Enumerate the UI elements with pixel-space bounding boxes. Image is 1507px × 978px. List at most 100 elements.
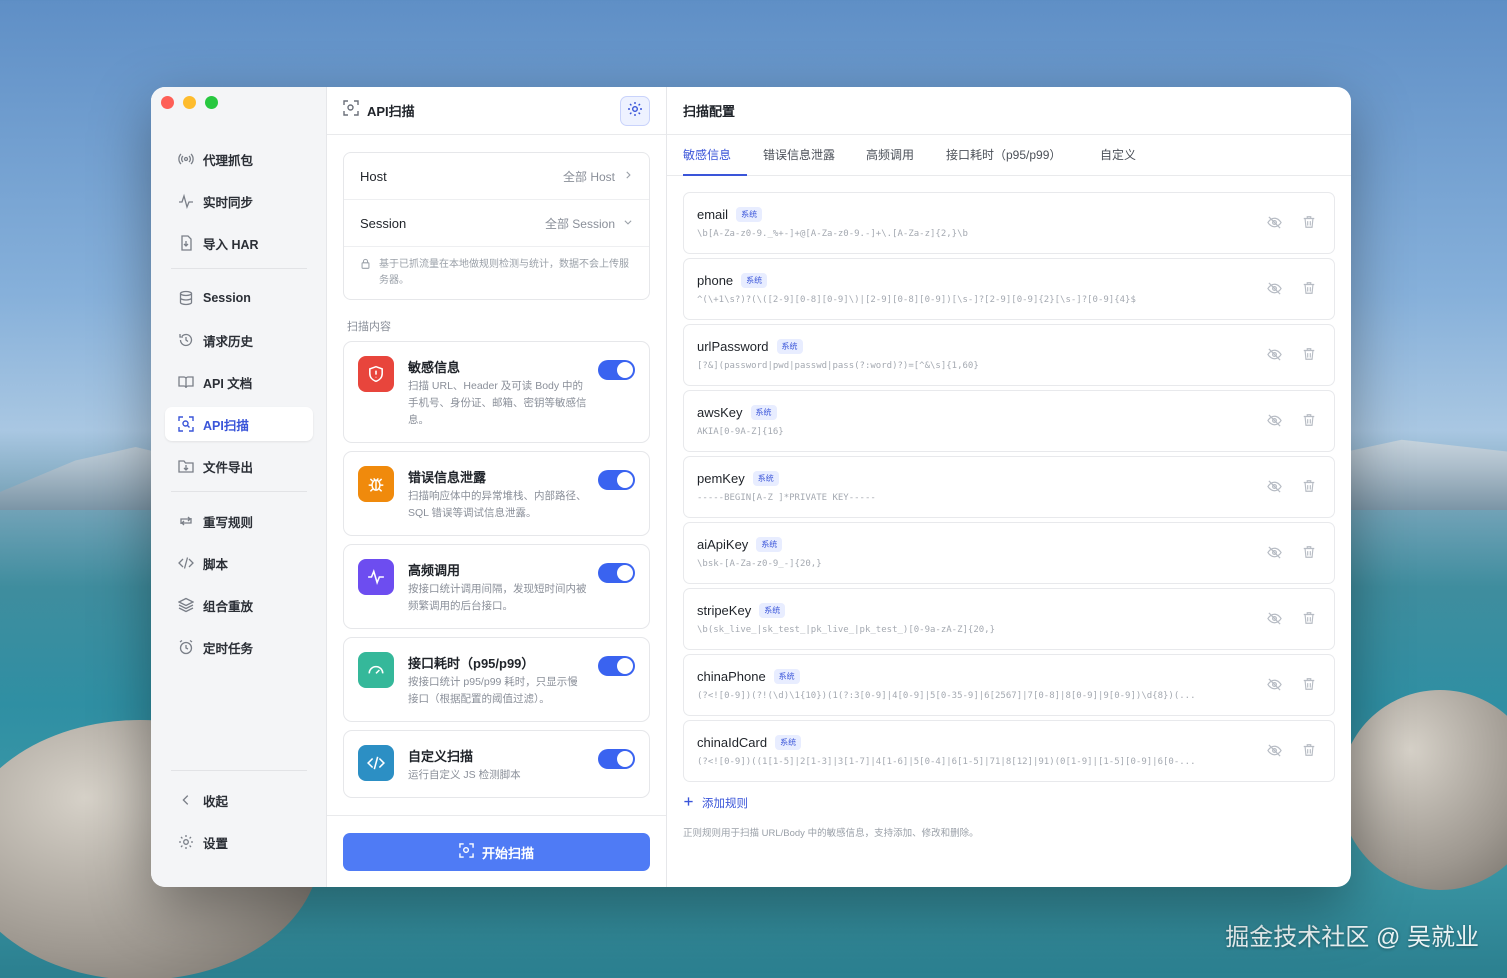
rule-row[interactable]: chinaPhone 系统 (?<![0-9])(?!(\d)\1{10})(1(?… <box>683 654 1335 716</box>
tab-sensitive[interactable]: 敏感信息 <box>683 135 747 176</box>
sidebar-item-label: 代理抓包 <box>203 153 254 168</box>
scan-card-desc: 按接口统计 p95/p99 耗时，只显示慢接口（根据配置的阈值过滤）。 <box>408 676 578 705</box>
trash-icon[interactable] <box>1302 347 1316 366</box>
tab-custom[interactable]: 自定义 <box>1100 135 1136 176</box>
sensitive-toggle[interactable] <box>598 360 635 380</box>
rule-name: phone <box>697 273 734 288</box>
sidebar-item-sync[interactable]: 实时同步 <box>165 184 313 218</box>
minimize-window-button[interactable] <box>183 96 196 109</box>
sidebar-item-combo-replay[interactable]: 组合重放 <box>165 588 313 622</box>
eye-off-icon[interactable] <box>1267 347 1282 367</box>
trash-icon[interactable] <box>1302 743 1316 762</box>
rule-name: email <box>697 207 729 222</box>
window-controls <box>161 96 218 109</box>
rule-row[interactable]: phone 系统 ^(\+1\s?)?(\([2-9][0-8][0-9]\)|[2… <box>683 258 1335 320</box>
rule-row[interactable]: aiApiKey 系统 \bsk-[A-Za-z0-9_-]{20,} <box>683 522 1335 584</box>
sidebar-item-label: 文件导出 <box>203 460 254 475</box>
trash-icon[interactable] <box>1302 479 1316 498</box>
start-scan-button[interactable]: 开始扫描 <box>343 833 650 871</box>
latency-toggle[interactable] <box>598 656 635 676</box>
scan-card-latency[interactable]: 接口耗时（p95/p99） 按接口统计 p95/p99 耗时，只显示慢接口（根据… <box>343 637 650 722</box>
system-badge: 系统 <box>759 603 786 618</box>
sidebar-divider <box>171 268 307 269</box>
tab-error-leak[interactable]: 错误信息泄露 <box>763 135 835 176</box>
sidebar-item-history[interactable]: 请求历史 <box>165 323 313 357</box>
sidebar-item-label: API扫描 <box>203 418 249 433</box>
rule-row[interactable]: chinaIdCard 系统 (?<![0-9])((1[1-5]|2[1-3]|3… <box>683 720 1335 782</box>
session-selector[interactable]: Session 全部 Session <box>344 200 649 247</box>
sidebar-item-session[interactable]: Session <box>165 281 313 315</box>
sidebar-item-scheduled[interactable]: 定时任务 <box>165 630 313 664</box>
scan-card-title: 敏感信息 <box>408 360 461 375</box>
rule-pattern: (?<![0-9])(?!(\d)\1{10})(1(?:3[0-9]|4[0-… <box>697 691 1196 701</box>
sidebar-item-export[interactable]: 文件导出 <box>165 449 313 483</box>
rule-row[interactable]: urlPassword 系统 [?&](password|pwd|passwd|pa… <box>683 324 1335 386</box>
sidebar-item-proxy[interactable]: 代理抓包 <box>165 142 313 176</box>
eye-off-icon[interactable] <box>1267 479 1282 499</box>
sidebar-nav: 代理抓包 实时同步 导入 HAR Session 请求历史 API 文档 API… <box>165 142 313 672</box>
scan-card-title: 错误信息泄露 <box>408 470 487 485</box>
custom-scan-toggle[interactable] <box>598 749 635 769</box>
scan-config-panel: 扫描配置 敏感信息 错误信息泄露 高频调用 接口耗时（p95/p99） 自定义 … <box>667 87 1351 887</box>
gear-icon <box>627 101 643 122</box>
section-label: 扫描内容 <box>347 321 391 333</box>
rule-row[interactable]: pemKey 系统 -----BEGIN[A-Z ]*PRIVATE KEY----… <box>683 456 1335 518</box>
sidebar-divider <box>171 770 307 771</box>
sidebar-item-label: 脚本 <box>203 557 229 572</box>
trash-icon[interactable] <box>1302 281 1316 300</box>
app-window: 代理抓包 实时同步 导入 HAR Session 请求历史 API 文档 API… <box>151 87 1351 887</box>
eye-off-icon[interactable] <box>1267 545 1282 565</box>
sidebar-item-label: Session <box>203 291 251 305</box>
scan-card-custom[interactable]: 自定义扫描 运行自定义 JS 检测脚本 <box>343 730 650 798</box>
bug-icon <box>358 466 394 502</box>
eye-off-icon[interactable] <box>1267 281 1282 301</box>
rule-row[interactable]: awsKey 系统 AKIA[0-9A-Z]{16} <box>683 390 1335 452</box>
eye-off-icon[interactable] <box>1267 215 1282 235</box>
alarm-icon <box>177 638 195 656</box>
eye-off-icon[interactable] <box>1267 677 1282 697</box>
trash-icon[interactable] <box>1302 215 1316 234</box>
collapse-button[interactable]: 收起 <box>165 783 313 817</box>
rule-row[interactable]: email 系统 \b[A-Za-z0-9._%+-]+@[A-Za-z0-9.-]… <box>683 192 1335 254</box>
close-window-button[interactable] <box>161 96 174 109</box>
chevron-left-icon <box>177 791 195 809</box>
rule-name: chinaIdCard <box>697 735 768 750</box>
layers-icon <box>177 596 195 614</box>
sidebar-item-api-docs[interactable]: API 文档 <box>165 365 313 399</box>
error-leak-toggle[interactable] <box>598 470 635 490</box>
trash-icon[interactable] <box>1302 677 1316 696</box>
broadcast-icon <box>177 150 195 168</box>
eye-off-icon[interactable] <box>1267 413 1282 433</box>
sidebar-item-rewrite[interactable]: 重写规则 <box>165 504 313 538</box>
high-frequency-toggle[interactable] <box>598 563 635 583</box>
rule-pattern: \b(sk_live_|sk_test_|pk_live_|pk_test_)[… <box>697 625 996 635</box>
rule-name-wrap: pemKey 系统 <box>697 471 779 486</box>
scan-card-high-frequency[interactable]: 高频调用 按接口统计调用间隔，发现短时间内被频繁调用的后台接口。 <box>343 544 650 629</box>
scan-settings-button[interactable] <box>620 96 650 126</box>
trash-icon[interactable] <box>1302 545 1316 564</box>
sidebar: 代理抓包 实时同步 导入 HAR Session 请求历史 API 文档 API… <box>151 87 327 887</box>
scan-card-title: 高频调用 <box>408 563 461 578</box>
tab-high-frequency[interactable]: 高频调用 <box>866 135 914 176</box>
eye-off-icon[interactable] <box>1267 611 1282 631</box>
sidebar-item-api-scan[interactable]: API扫描 <box>165 407 313 441</box>
system-badge: 系统 <box>736 207 763 222</box>
zoom-window-button[interactable] <box>205 96 218 109</box>
rule-row[interactable]: stripeKey 系统 \b(sk_live_|sk_test_|pk_live_… <box>683 588 1335 650</box>
scan-card-title: 接口耗时（p95/p99） <box>408 656 535 671</box>
sidebar-divider <box>171 491 307 492</box>
scan-card-error-leak[interactable]: 错误信息泄露 扫描响应体中的异常堆栈、内部路径、SQL 错误等调试信息泄露。 <box>343 451 650 536</box>
scan-card-desc: 扫描 URL、Header 及可读 Body 中的手机号、身份证、邮箱、密钥等敏… <box>408 380 587 426</box>
sidebar-item-script[interactable]: 脚本 <box>165 546 313 580</box>
trash-icon[interactable] <box>1302 413 1316 432</box>
import-file-icon <box>177 234 195 252</box>
tab-latency[interactable]: 接口耗时（p95/p99） <box>946 135 1061 176</box>
sidebar-item-import-har[interactable]: 导入 HAR <box>165 226 313 260</box>
eye-off-icon[interactable] <box>1267 743 1282 763</box>
trash-icon[interactable] <box>1302 611 1316 630</box>
host-selector[interactable]: Host 全部 Host <box>344 153 649 200</box>
settings-button[interactable]: 设置 <box>165 825 313 859</box>
add-rule-button[interactable]: 添加规则 <box>683 795 748 811</box>
scan-card-sensitive[interactable]: 敏感信息 扫描 URL、Header 及可读 Body 中的手机号、身份证、邮箱… <box>343 341 650 443</box>
code-icon <box>358 745 394 781</box>
